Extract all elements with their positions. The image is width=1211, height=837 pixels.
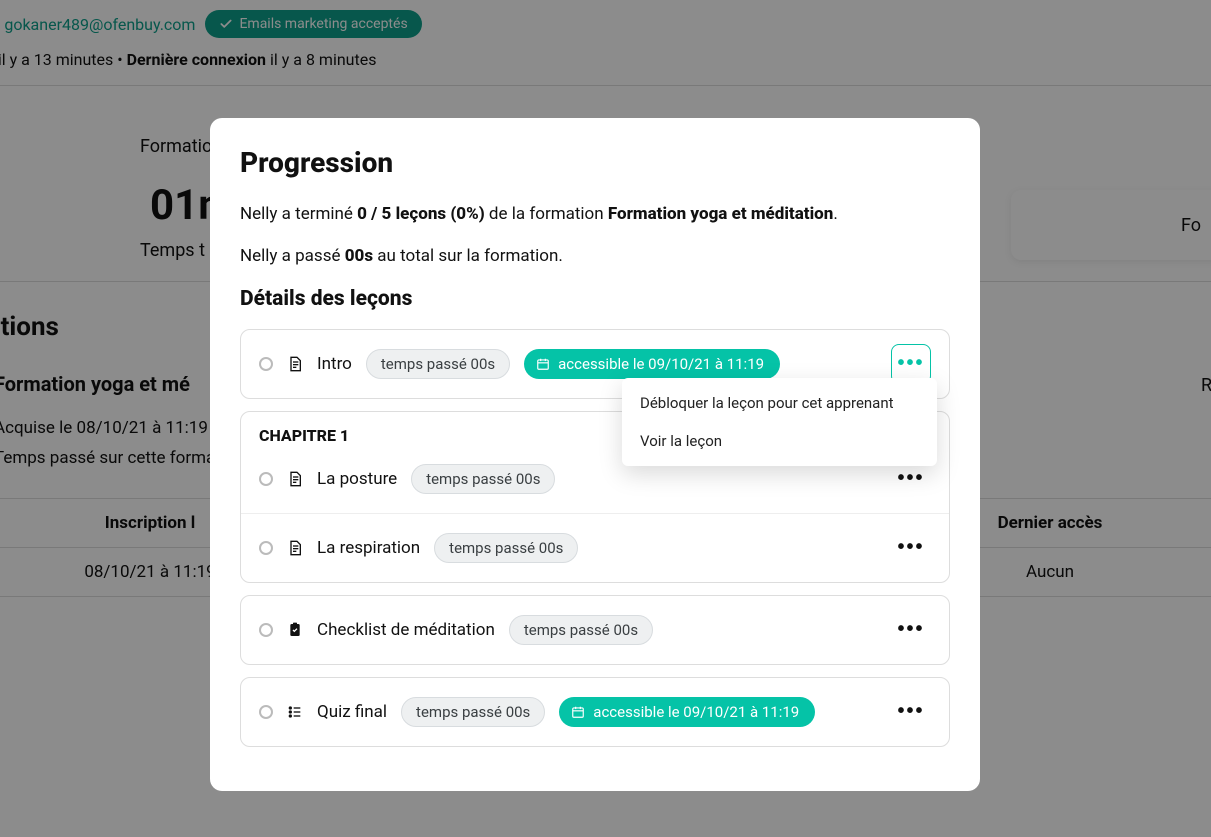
summary1-course: Formation yoga et méditation xyxy=(608,204,833,224)
lesson-row-checklist: Checklist de méditation temps passé 00s … xyxy=(241,596,949,664)
lesson-group-checklist: Checklist de méditation temps passé 00s … xyxy=(240,595,950,665)
lesson-row-respiration: La respiration temps passé 00s ••• xyxy=(241,513,949,582)
status-circle-icon xyxy=(259,541,273,555)
lesson-row-intro: Intro temps passé 00s accessible le 09/1… xyxy=(241,330,949,398)
accessible-date-pill: accessible le 09/10/21 à 11:19 xyxy=(559,697,815,727)
status-circle-icon xyxy=(259,472,273,486)
lesson-actions-dropdown: Débloquer la leçon pour cet apprenant Vo… xyxy=(622,378,937,466)
checklist-icon xyxy=(287,622,303,638)
summary1-mid: de la formation xyxy=(485,204,608,224)
lesson-title: La respiration xyxy=(317,538,420,558)
status-circle-icon xyxy=(259,705,273,719)
lesson-group-intro: Intro temps passé 00s accessible le 09/1… xyxy=(240,329,950,399)
dropdown-view-lesson[interactable]: Voir la leçon xyxy=(622,422,937,460)
lesson-group-quiz: Quiz final temps passé 00s accessible le… xyxy=(240,677,950,747)
time-spent-pill: temps passé 00s xyxy=(411,464,555,494)
lesson-title: Quiz final xyxy=(317,702,387,722)
summary1-end: . xyxy=(833,204,837,224)
lesson-title: Checklist de méditation xyxy=(317,620,495,640)
summary1-bold: 0 / 5 leçons (0%) xyxy=(357,204,485,224)
modal-title: Progression xyxy=(240,146,950,179)
accessible-date-text: accessible le 09/10/21 à 11:19 xyxy=(558,355,764,373)
time-spent-pill: temps passé 00s xyxy=(509,615,653,645)
progression-modal: Progression Nelly a terminé 0 / 5 leçons… xyxy=(210,118,980,791)
status-circle-icon xyxy=(259,357,273,371)
text-lesson-icon xyxy=(287,356,303,372)
time-spent-pill: temps passé 00s xyxy=(434,533,578,563)
accessible-date-text: accessible le 09/10/21 à 11:19 xyxy=(593,703,799,721)
calendar-icon xyxy=(571,705,585,719)
status-circle-icon xyxy=(259,623,273,637)
lesson-actions-button[interactable]: ••• xyxy=(891,692,931,732)
text-lesson-icon xyxy=(287,471,303,487)
time-spent-pill: temps passé 00s xyxy=(401,697,545,727)
lesson-title: La posture xyxy=(317,469,397,489)
quiz-icon xyxy=(287,704,303,720)
lesson-actions-button[interactable]: ••• xyxy=(891,610,931,650)
dropdown-unlock-lesson[interactable]: Débloquer la leçon pour cet apprenant xyxy=(622,384,937,422)
summary2-bold: 00s xyxy=(345,246,373,266)
summary2-end: au total sur la formation. xyxy=(373,246,563,266)
lesson-title: Intro xyxy=(317,354,352,374)
time-spent-pill: temps passé 00s xyxy=(366,349,510,379)
lesson-actions-button[interactable]: ••• xyxy=(891,528,931,568)
summary2-pre: Nelly a passé xyxy=(240,246,345,266)
summary-line-2: Nelly a passé 00s au total sur la format… xyxy=(240,245,950,269)
details-heading: Détails des leçons xyxy=(240,287,950,311)
calendar-icon xyxy=(536,357,550,371)
accessible-date-pill: accessible le 09/10/21 à 11:19 xyxy=(524,349,780,379)
summary1-pre: Nelly a terminé xyxy=(240,204,357,224)
summary-line-1: Nelly a terminé 0 / 5 leçons (0%) de la … xyxy=(240,203,950,227)
text-lesson-icon xyxy=(287,540,303,556)
lesson-row-quiz: Quiz final temps passé 00s accessible le… xyxy=(241,678,949,746)
